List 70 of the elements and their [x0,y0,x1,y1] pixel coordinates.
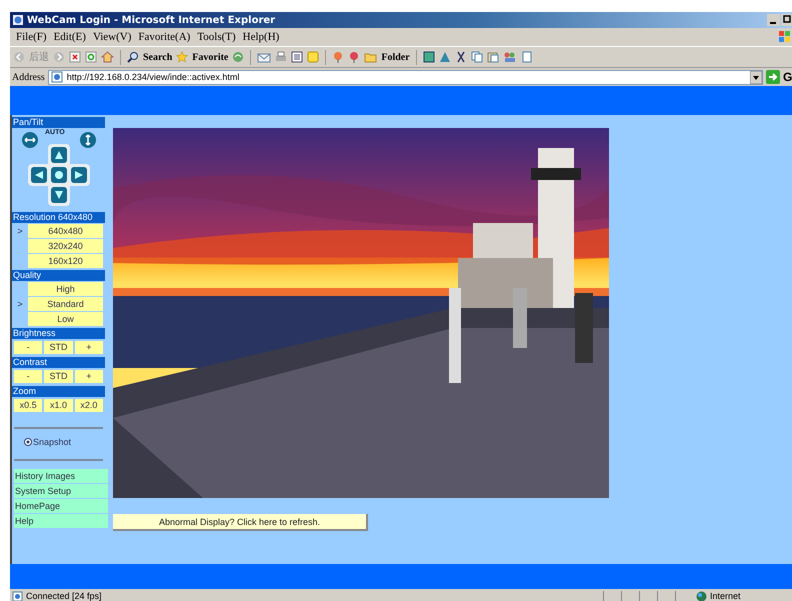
back-icon[interactable] [13,51,25,63]
adjust-button[interactable]: STD [44,341,73,354]
refresh-icon[interactable] [85,51,97,63]
minimize-icon[interactable] [767,14,780,26]
option-button[interactable]: 320x240 [28,239,103,253]
nav-link[interactable]: Help [14,514,108,528]
nav-link[interactable]: System Setup [14,484,108,498]
star-icon[interactable] [176,51,188,63]
folder-button[interactable]: Folder [381,52,410,62]
option-button[interactable]: 640x480 [28,224,103,238]
selection-marker: > [16,226,24,236]
windows-flag-icon [778,30,792,44]
option-button[interactable]: High [28,282,103,296]
adjust-button[interactable]: x2.0 [74,399,103,412]
copy-icon[interactable] [470,51,483,63]
section-header: Resolution 640x480 [12,212,105,223]
forward-icon[interactable] [53,51,65,63]
option-button[interactable]: Low [28,312,103,326]
section-header: Contrast [12,357,105,368]
browser-icon [12,14,24,26]
adjust-button[interactable]: x0.5 [14,399,42,412]
paste-icon[interactable] [486,51,499,63]
stop-icon[interactable] [69,51,81,63]
cut-icon[interactable] [454,51,467,63]
printer-icon[interactable] [275,51,288,63]
option-button[interactable]: 160x120 [28,254,103,268]
menu-item[interactable]: View(V) [92,31,132,43]
window-title: WebCam Login - Microsoft Internet Explorer [27,14,276,26]
go-button[interactable]: G [783,70,792,84]
zone-text: Internet [710,590,742,601]
address-field[interactable]: http://192.168.0.234/view/inde::activex.html [48,70,763,84]
maximize-icon[interactable] [781,14,792,26]
search-icon[interactable] [127,51,139,63]
pin-icon[interactable] [348,51,360,63]
pin-icon[interactable] [332,51,344,63]
home-icon[interactable] [101,51,114,63]
adjust-button[interactable]: - [14,341,42,354]
document-icon[interactable] [291,51,304,63]
menu-item[interactable]: File(F) [16,31,47,43]
section-header: Pan/Tilt [12,117,105,128]
dropdown-icon[interactable] [750,70,762,84]
section-header: Quality [12,270,105,281]
adjust-button[interactable]: + [74,370,103,383]
adjust-button[interactable]: STD [44,370,73,383]
folder-icon[interactable] [364,52,378,62]
adjust-button[interactable]: - [14,370,42,383]
page-icon[interactable] [520,51,533,63]
nav-link[interactable]: History Images [14,469,108,483]
adjust-button[interactable]: x1.0 [44,399,73,412]
globe-icon [696,590,707,601]
section-header: Brightness [12,328,105,339]
favorite-button[interactable]: Favorite [192,52,228,62]
people-icon[interactable] [502,51,517,63]
page-icon [12,590,23,601]
section-header: Zoom [12,386,105,397]
address-label: Address [12,72,45,82]
refresh-button[interactable]: Abnormal Display? Click here to refresh. [113,514,368,531]
nav-link[interactable]: HomePage [14,499,108,513]
menu-item[interactable]: Help(H) [242,31,280,43]
mail-icon[interactable] [257,51,272,63]
menu-item[interactable]: Edit(E) [54,31,86,43]
snapshot-link[interactable]: Snapshot [33,437,72,447]
search-button[interactable]: Search [143,52,172,62]
selection-marker: > [16,299,24,309]
adjust-button[interactable]: + [74,341,103,354]
menu-item[interactable]: Favorite(A) [138,31,190,43]
status-text: Connected [24 fps] [26,590,102,601]
page-icon [50,71,63,83]
option-button[interactable]: Standard [28,297,103,311]
menu-item[interactable]: Tools(T) [197,31,236,43]
